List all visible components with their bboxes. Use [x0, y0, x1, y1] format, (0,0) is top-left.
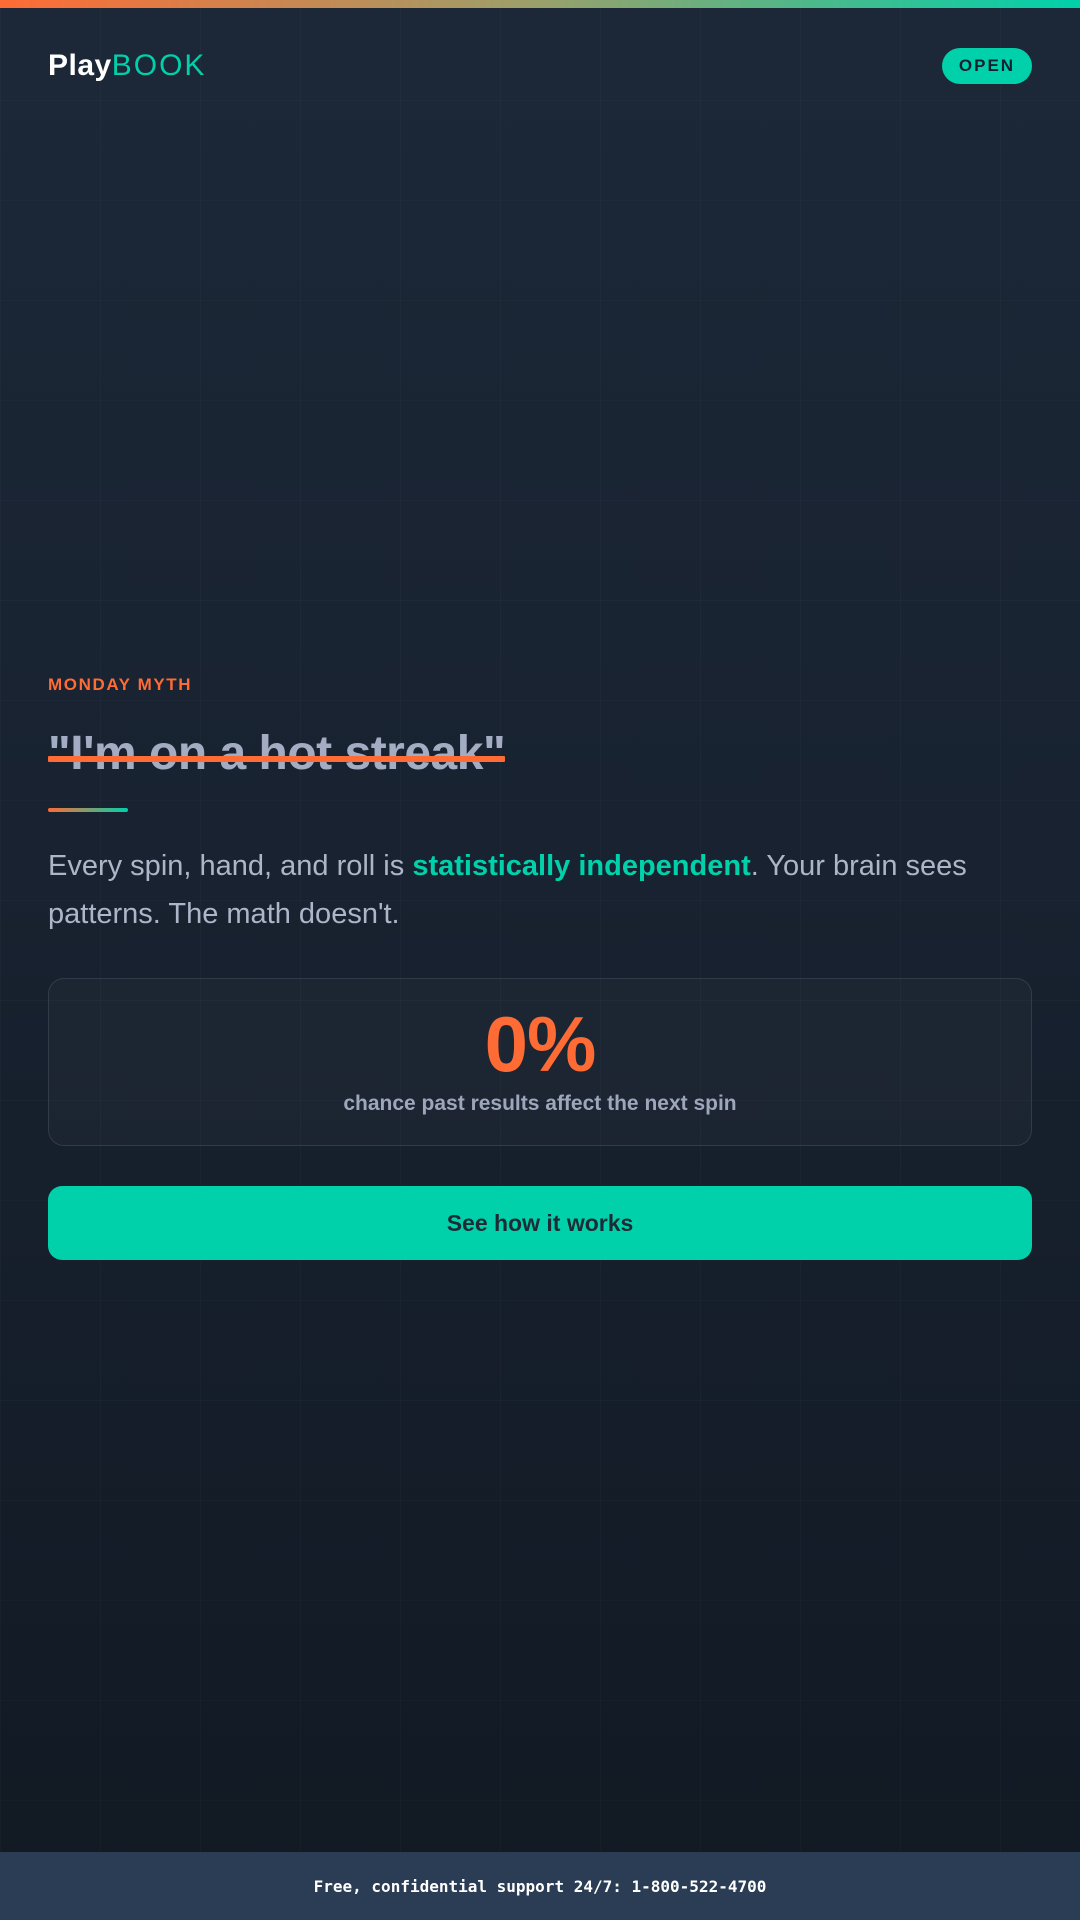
support-footer: Free, confidential support 24/7: 1-800-5…: [0, 1852, 1080, 1920]
accent-divider: [48, 808, 128, 812]
open-button[interactable]: OPEN: [942, 48, 1032, 84]
myth-heading-wrap: "I'm on a hot streak": [48, 722, 1032, 786]
logo-play-text: Play: [48, 49, 112, 82]
explanation-before: Every spin, hand, and roll is: [48, 850, 413, 882]
brand-logo: PlayBOOK: [48, 48, 206, 84]
stat-card: 0% chance past results affect the next s…: [48, 978, 1032, 1146]
explanation-text: Every spin, hand, and roll is statistica…: [48, 842, 1032, 938]
app-header: PlayBOOK OPEN: [48, 48, 1032, 84]
stat-value: 0%: [484, 1000, 597, 1088]
eyebrow-label: MONDAY MYTH: [48, 675, 193, 694]
explanation-highlight: statistically independent: [412, 850, 751, 882]
stat-label: chance past results affect the next spin: [343, 1092, 737, 1115]
top-gradient-strip: [0, 0, 1080, 8]
see-how-it-works-button[interactable]: See how it works: [48, 1186, 1032, 1260]
myth-quote-strikethrough: "I'm on a hot streak": [48, 722, 506, 786]
support-hotline-text[interactable]: Free, confidential support 24/7: 1-800-5…: [314, 1877, 767, 1896]
logo-book-text: BOOK: [111, 49, 207, 82]
myth-card: MONDAY MYTH "I'm on a hot streak" Every …: [48, 670, 1032, 1260]
